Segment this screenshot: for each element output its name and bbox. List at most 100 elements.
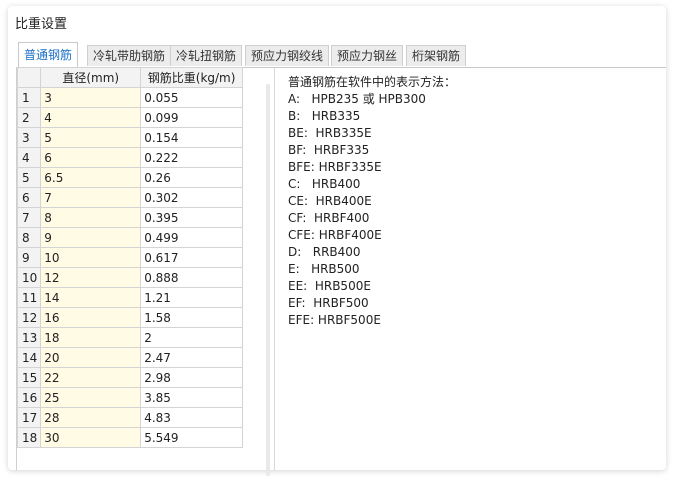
notation-line: A: HPB235 或 HPB300 [288,92,426,106]
row-number-cell: 4 [17,147,42,168]
weight-cell[interactable]: 0.617 [140,247,243,268]
weight-cell[interactable]: 0.055 [140,87,243,108]
corner-header [17,67,42,88]
row-number-cell: 13 [17,327,42,348]
table-row[interactable]: 8 9 0.499 [17,227,243,248]
weight-cell[interactable]: 0.26 [140,167,243,188]
row-number-cell: 2 [17,107,42,128]
notation-line: EE: HRB500E [288,279,371,293]
tab-prestressed-wire[interactable]: 预应力钢丝 [331,45,404,66]
tab-cold-rolled-ribbed[interactable]: 冷轧带肋钢筋 [87,45,172,66]
tab-prestressed-strand[interactable]: 预应力钢绞线 [245,45,330,66]
table-row[interactable]: 3 5 0.154 [17,127,243,148]
diameter-cell[interactable]: 28 [40,407,142,428]
weight-cell[interactable]: 4.83 [140,407,243,428]
diameter-cell[interactable]: 12 [40,267,142,288]
table-row[interactable]: 6 7 0.302 [17,187,243,208]
row-number-cell: 8 [17,227,42,248]
diameter-cell[interactable]: 14 [40,287,142,308]
diameter-cell[interactable]: 3 [40,87,142,108]
diameter-cell[interactable]: 20 [40,347,142,368]
row-number-cell: 17 [17,407,42,428]
diameter-cell[interactable]: 5 [40,127,142,148]
table-row[interactable]: 10 12 0.888 [17,267,243,288]
dialog-title: 比重设置 [15,17,68,32]
table-header-row: 直径(mm) 钢筋比重(kg/m) [17,67,243,88]
row-number-cell: 1 [17,87,42,108]
col-header-weight[interactable]: 钢筋比重(kg/m) [140,67,243,88]
weight-cell[interactable]: 2.98 [140,367,243,388]
table-row[interactable]: 2 4 0.099 [17,107,243,128]
table-row[interactable]: 1 3 0.055 [17,87,243,108]
weight-cell[interactable]: 0.395 [140,207,243,228]
notation-line: BFE: HRBF335E [288,160,382,174]
notation-line: BE: HRB335E [288,126,372,140]
notation-line: C: HRB400 [288,177,361,191]
rebar-weight-dialog: 比重设置 普通钢筋 冷轧带肋钢筋 冷轧扭钢筋 预应力钢绞线 预应力钢丝 桁架钢筋… [8,6,668,476]
row-number-cell: 7 [17,207,42,228]
row-number-cell: 10 [17,267,42,288]
table-row[interactable]: 4 6 0.222 [17,147,243,168]
notation-line: EF: HRBF500 [288,296,369,310]
table-row[interactable]: 14 20 2.47 [17,347,243,368]
tab-cold-rolled-twisted[interactable]: 冷轧扭钢筋 [170,45,243,66]
diameter-cell[interactable]: 25 [40,387,142,408]
weight-cell[interactable]: 0.499 [140,227,243,248]
tab-truss-rebar[interactable]: 桁架钢筋 [406,45,467,66]
table-row[interactable]: 7 8 0.395 [17,207,243,228]
row-number-cell: 11 [17,287,42,308]
table-row[interactable]: 9 10 0.617 [17,247,243,268]
row-number-cell: 18 [17,427,42,448]
row-number-cell: 16 [17,387,42,408]
weight-cell[interactable]: 1.58 [140,307,243,328]
notation-line: B: HRB335 [288,109,361,123]
row-number-cell: 14 [17,347,42,368]
diameter-cell[interactable]: 18 [40,327,142,348]
notation-line: E: HRB500 [288,262,360,276]
weight-cell[interactable]: 0.099 [140,107,243,128]
row-number-cell: 3 [17,127,42,148]
table-row[interactable]: 15 22 2.98 [17,367,243,388]
table-row[interactable]: 11 14 1.21 [17,287,243,308]
diameter-cell[interactable]: 6.5 [40,167,142,188]
row-number-cell: 5 [17,167,42,188]
vertical-scrollbar[interactable] [266,84,270,476]
weight-cell[interactable]: 5.549 [140,427,243,448]
notation-line: CFE: HRBF400E [288,228,382,242]
weight-cell[interactable]: 0.154 [140,127,243,148]
row-number-cell: 6 [17,187,42,208]
table-row[interactable]: 17 28 4.83 [17,407,243,428]
notation-line: CF: HRBF400 [288,211,370,225]
notation-line: EFE: HRBF500E [288,313,381,327]
notation-description: 普通钢筋在软件中的表示方法： A: HPB235 或 HPB300 B: HRB33… [288,74,668,329]
table-row[interactable]: 13 18 2 [17,327,243,348]
weight-cell[interactable]: 0.222 [140,147,243,168]
table-row[interactable]: 16 25 3.85 [17,387,243,408]
weight-cell[interactable]: 2 [140,327,243,348]
tab-bar: 普通钢筋 冷轧带肋钢筋 冷轧扭钢筋 预应力钢绞线 预应力钢丝 桁架钢筋 [16,42,666,68]
weight-table: 直径(mm) 钢筋比重(kg/m) 1 3 0.055 2 4 0.099 3 5 0.154 4… [16,67,243,470]
weight-cell[interactable]: 0.888 [140,267,243,288]
diameter-cell[interactable]: 10 [40,247,142,268]
notation-line: BF: HRBF335 [288,143,370,157]
row-number-cell: 15 [17,367,42,388]
weight-cell[interactable]: 0.302 [140,187,243,208]
col-header-diameter[interactable]: 直径(mm) [40,67,142,88]
table-row[interactable]: 5 6.5 0.26 [17,167,243,188]
diameter-cell[interactable]: 6 [40,147,142,168]
panel-divider[interactable] [274,67,275,470]
table-row[interactable]: 12 16 1.58 [17,307,243,328]
diameter-cell[interactable]: 16 [40,307,142,328]
weight-cell[interactable]: 2.47 [140,347,243,368]
weight-cell[interactable]: 3.85 [140,387,243,408]
table-row[interactable]: 18 30 5.549 [17,427,243,448]
notation-line: CE: HRB400E [288,194,372,208]
diameter-cell[interactable]: 8 [40,207,142,228]
tab-ordinary-rebar[interactable]: 普通钢筋 [18,42,79,68]
weight-cell[interactable]: 1.21 [140,287,243,308]
diameter-cell[interactable]: 9 [40,227,142,248]
diameter-cell[interactable]: 30 [40,427,142,448]
diameter-cell[interactable]: 4 [40,107,142,128]
diameter-cell[interactable]: 22 [40,367,142,388]
diameter-cell[interactable]: 7 [40,187,142,208]
